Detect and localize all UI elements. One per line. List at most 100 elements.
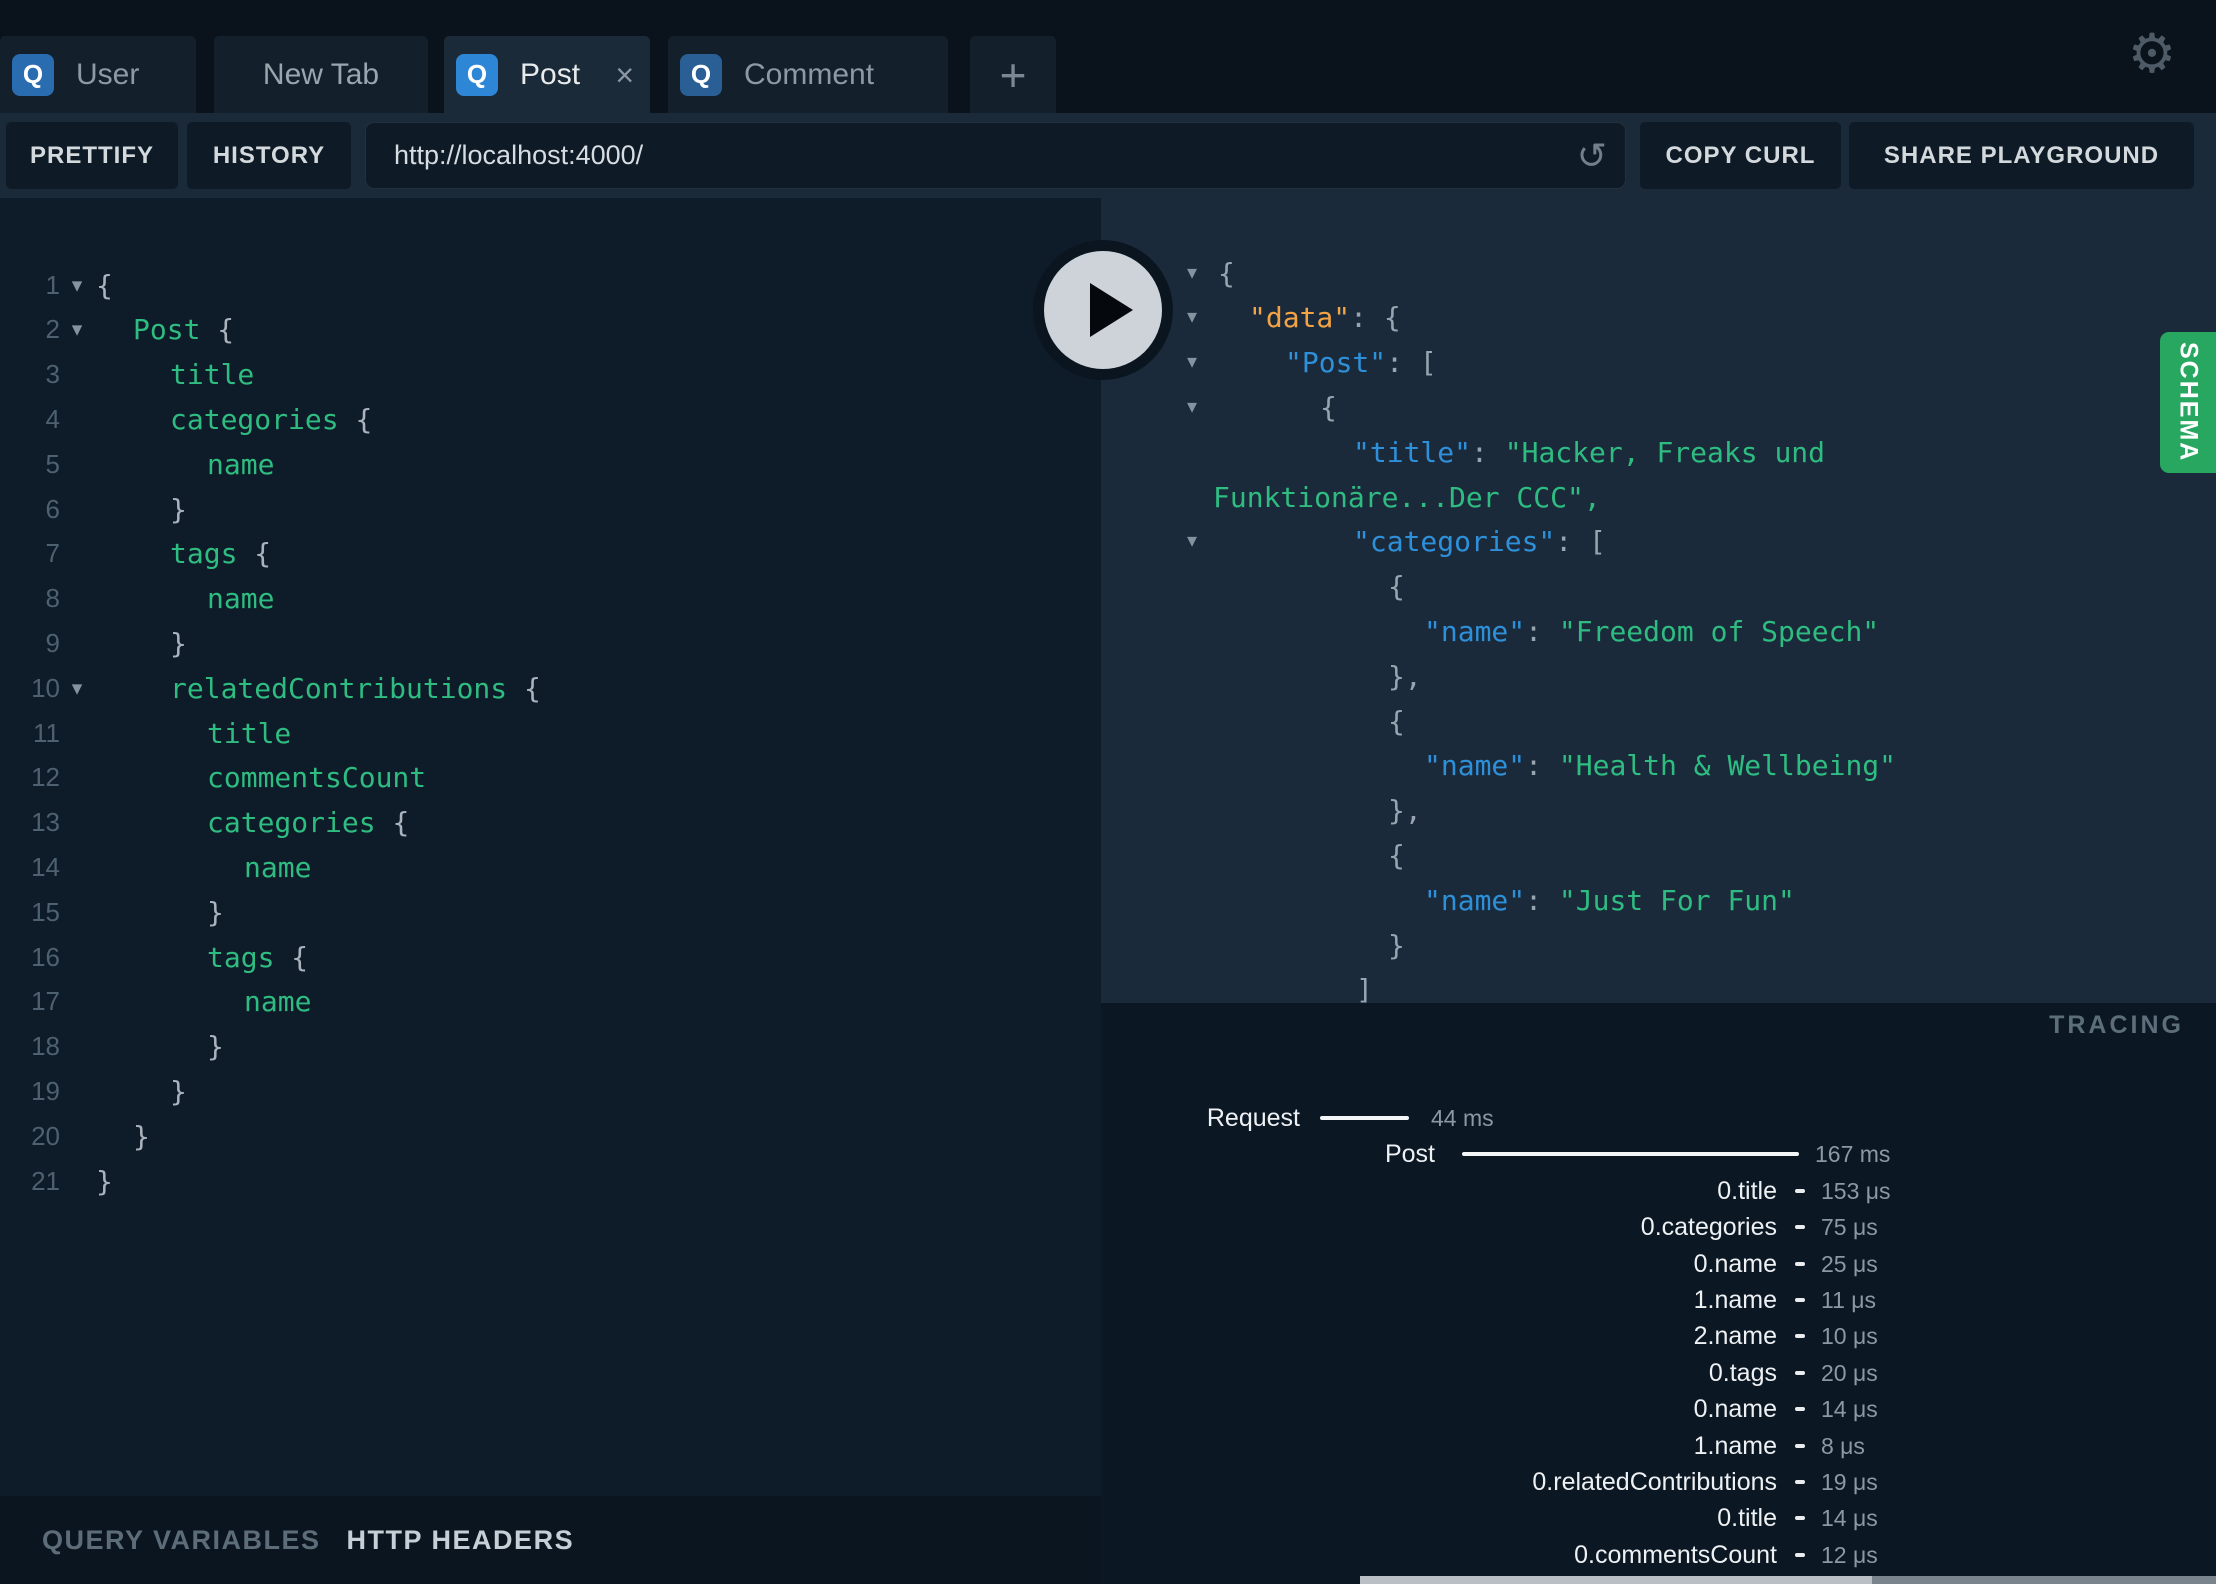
- query-variables-tab[interactable]: QUERY VARIABLES: [42, 1525, 321, 1556]
- response-line: ▾{: [1101, 385, 2216, 430]
- code-token: categories: [170, 403, 356, 436]
- fold-arrow-icon[interactable]: ▾: [64, 263, 90, 308]
- tab-user[interactable]: Q User: [0, 36, 196, 113]
- new-tab-button[interactable]: +: [970, 36, 1056, 113]
- copy-curl-button[interactable]: COPY CURL: [1640, 122, 1841, 189]
- tracing-label: 0.relatedContributions: [1532, 1468, 1777, 1496]
- editor-code: categories {: [207, 800, 409, 845]
- tracing-label: 0.title: [1717, 1504, 1777, 1532]
- response-line: "name": "Freedom of Speech": [1101, 609, 2216, 654]
- response-line: "name": "Health & Wellbeing": [1101, 743, 2216, 788]
- tracing-bar: [1320, 1116, 1409, 1120]
- tracing-row: 0.categories 75 μs: [1101, 1209, 2216, 1245]
- line-number: 10: [31, 673, 60, 703]
- code-token: "Post": [1285, 346, 1387, 379]
- code-token: Funktionäre...Der CCC",: [1213, 481, 1601, 514]
- code-token: :: [1525, 615, 1559, 648]
- history-button[interactable]: HISTORY: [187, 122, 351, 189]
- tab-post[interactable]: Q Post ×: [444, 36, 650, 113]
- tracing-bar: [1462, 1152, 1799, 1156]
- tracing-row: 0.name 25 μs: [1101, 1246, 2216, 1282]
- tracing-value: 20 μs: [1821, 1360, 1878, 1386]
- settings-gear-icon[interactable]: ⚙: [2122, 24, 2182, 84]
- query-editor[interactable]: 1 ▾{2 ▾ Post {3 title 4 categories {5 name 6} 7 ta…: [0, 198, 1101, 1496]
- tracing-dash: [1795, 1371, 1805, 1375]
- scrollbar-thumb[interactable]: [1360, 1576, 1872, 1584]
- share-playground-button[interactable]: SHARE PLAYGROUND: [1849, 122, 2194, 189]
- code-token: : [: [1555, 525, 1606, 558]
- tracing-panel: TRACING Request 44 ms Post 167 ms 0.title 153…: [1101, 1003, 2216, 1584]
- tracing-dash: [1795, 1480, 1805, 1484]
- editor-line: 18}: [0, 1024, 1101, 1069]
- response-code: "categories": [: [1353, 519, 1606, 564]
- tracing-value: 153 μs: [1821, 1178, 1891, 1204]
- fold-arrow-icon[interactable]: ▾: [1177, 385, 1207, 430]
- tracing-value: 19 μs: [1821, 1469, 1878, 1495]
- tracing-label: Request: [1206, 1104, 1300, 1132]
- fold-arrow-icon[interactable]: ▾: [1177, 340, 1207, 385]
- editor-line: 20}: [0, 1114, 1101, 1159]
- reload-icon[interactable]: ↺: [1577, 137, 1607, 174]
- editor-code: name: [244, 979, 311, 1024]
- tab-new-tab[interactable]: New Tab: [214, 36, 428, 113]
- editor-line: 3 title: [0, 352, 1101, 397]
- graphql-playground-window: Q User New Tab Q Post × Q Comment + ⚙ PRETTIFY H…: [0, 0, 2216, 1584]
- fold-arrow-icon[interactable]: ▾: [1177, 519, 1207, 564]
- horizontal-scrollbar[interactable]: [1360, 1576, 2216, 1584]
- code-token: categories: [207, 806, 393, 839]
- editor-code: relatedContributions {: [170, 666, 541, 711]
- editor-line: 5 name: [0, 442, 1101, 487]
- editor-line: 4 categories {: [0, 397, 1101, 442]
- schema-tab[interactable]: SCHEMA: [2160, 332, 2216, 473]
- fold-arrow-icon[interactable]: ▾: [64, 666, 90, 711]
- code-token: {: [254, 537, 272, 570]
- fold-arrow-icon[interactable]: ▾: [1177, 251, 1207, 296]
- editor-code: commentsCount: [207, 755, 426, 800]
- fold-arrow-icon[interactable]: ▾: [1177, 295, 1207, 340]
- tracing-title: TRACING: [2049, 1011, 2184, 1039]
- editor-code: name: [207, 442, 274, 487]
- tab-bar: Q User New Tab Q Post × Q Comment + ⚙: [0, 0, 2216, 113]
- line-number: 19: [31, 1076, 60, 1106]
- prettify-button[interactable]: PRETTIFY: [6, 122, 178, 189]
- fold-arrow-icon[interactable]: ▾: [64, 307, 90, 352]
- tracing-label: 0.commentsCount: [1574, 1541, 1777, 1569]
- response-code: },: [1388, 788, 1422, 833]
- code-token: }: [96, 1165, 113, 1198]
- code-token: :: [1525, 749, 1559, 782]
- line-number: 16: [31, 942, 60, 972]
- editor-line: 7 tags {: [0, 531, 1101, 576]
- tracing-dash: [1795, 1444, 1805, 1448]
- response-code: "Post": [: [1285, 340, 1437, 385]
- response-code: {: [1218, 251, 1235, 296]
- response-code: "name": "Just For Fun": [1424, 878, 1795, 923]
- line-number: 3: [45, 359, 60, 389]
- response-line: ]: [1101, 967, 2216, 1003]
- query-badge-icon: Q: [456, 53, 498, 96]
- tracing-label: 2.name: [1693, 1322, 1777, 1350]
- line-number: 5: [45, 449, 60, 479]
- line-number: 9: [45, 628, 60, 658]
- tracing-label: 0.tags: [1708, 1359, 1777, 1387]
- response-line: "name": "Just For Fun": [1101, 878, 2216, 923]
- http-headers-tab[interactable]: HTTP HEADERS: [347, 1525, 575, 1556]
- line-number: 1: [45, 270, 60, 300]
- tracing-value: 167 ms: [1815, 1141, 1891, 1167]
- code-token: name: [207, 582, 275, 615]
- response-line: {: [1101, 564, 2216, 609]
- close-icon[interactable]: ×: [615, 59, 634, 91]
- tab-comment[interactable]: Q Comment: [668, 36, 948, 113]
- tab-label: Post: [520, 57, 581, 91]
- editor-code: }: [96, 1159, 113, 1204]
- code-token: "Health & Wellbeing": [1558, 749, 1897, 782]
- code-token: }: [170, 627, 187, 660]
- tracing-label: 0.name: [1693, 1395, 1777, 1423]
- execute-button[interactable]: [1033, 240, 1173, 380]
- response-code: {: [1388, 699, 1405, 744]
- code-token: },: [1388, 794, 1422, 827]
- editor-code: tags {: [170, 531, 271, 576]
- response-code: },: [1388, 654, 1422, 699]
- response-code: ]: [1356, 967, 1373, 1003]
- endpoint-url-input[interactable]: http://localhost:4000/ ↺: [365, 122, 1626, 189]
- line-number: 21: [31, 1166, 60, 1196]
